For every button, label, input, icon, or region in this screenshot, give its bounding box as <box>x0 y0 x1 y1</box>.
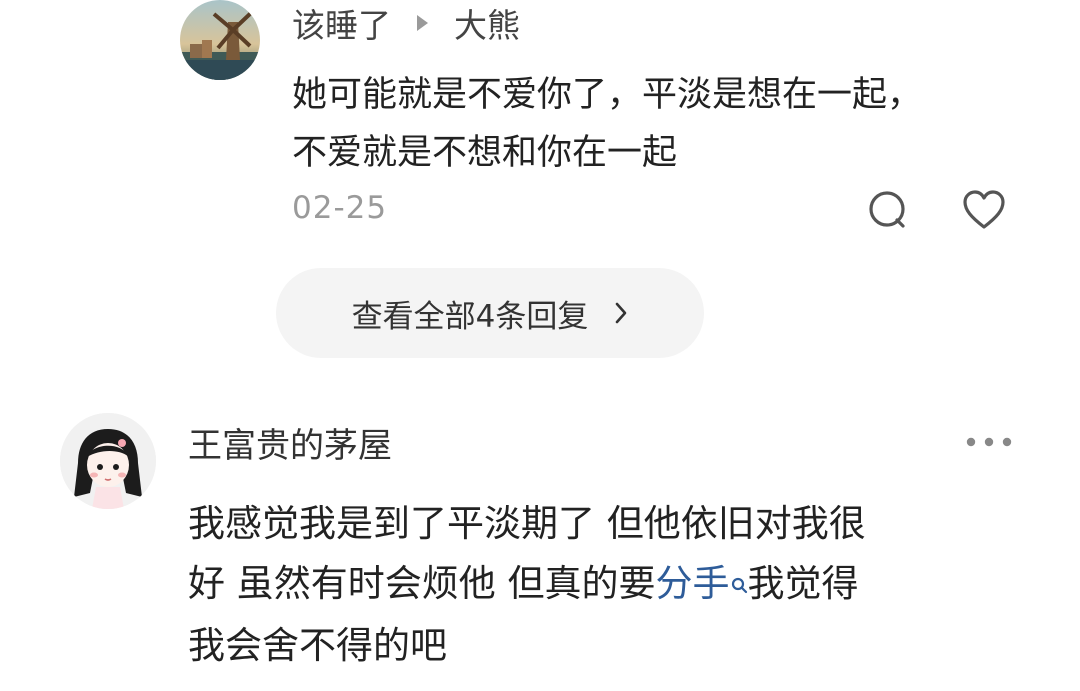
comment-text-line: 我感觉我是到了平淡期了 但他依旧对我很 <box>188 502 866 545</box>
reply-text-line: 不爱就是不想和你在一起 <box>292 133 678 173</box>
comment-text[interactable]: 我感觉我是到了平淡期了 但他依旧对我很 好 虽然有时会烦他 但真的要分手 我觉得 … <box>188 494 1028 676</box>
avatar-girl-image <box>60 413 156 509</box>
comment-text-line: 好 虽然有时会烦他 但真的要分手 我觉得 <box>188 554 1028 616</box>
heart-icon <box>963 190 1005 229</box>
view-all-replies-label: 查看全部4条回复 <box>351 298 589 335</box>
reply-header: 该睡了 大熊 <box>292 0 520 46</box>
reply-author-name[interactable]: 该睡了 <box>292 0 391 47</box>
comment-thread: 该睡了 大熊 她可能就是不爱你了，平淡是想在一起， 不爱就是不想和你在一起 02… <box>0 0 1080 691</box>
reply-avatar-image <box>180 0 260 80</box>
comment-text-segment: 好 虽然有时会烦他 但真的要 <box>188 562 656 605</box>
comment-text-line: 我会舍不得的吧 <box>188 624 447 667</box>
reply-comment-button[interactable] <box>864 186 912 234</box>
reply-like-button[interactable] <box>958 186 1010 234</box>
view-all-replies-button[interactable]: 查看全部4条回复 <box>276 268 704 358</box>
reply-text[interactable]: 她可能就是不爱你了，平淡是想在一起， 不爱就是不想和你在一起 <box>292 66 1052 182</box>
comment-author-name[interactable]: 王富贵的茅屋 <box>188 418 392 467</box>
more-options-button[interactable] <box>962 424 1016 460</box>
reply-to-name[interactable]: 大熊 <box>454 0 520 47</box>
chevron-right-icon <box>614 301 628 325</box>
play-triangle-icon <box>417 15 428 31</box>
comment-bubble-icon <box>869 191 905 228</box>
comment-author-avatar[interactable] <box>60 413 156 509</box>
more-dots-icon <box>966 437 1012 447</box>
search-keyword-link[interactable]: 分手 <box>656 562 730 605</box>
reply-text-line: 她可能就是不爱你了，平淡是想在一起， <box>292 75 923 115</box>
reply-timestamp: 02-25 <box>292 190 388 226</box>
reply-author-avatar[interactable] <box>180 0 260 80</box>
comment-text-segment: 我觉得 <box>747 562 859 605</box>
search-icon[interactable] <box>730 556 748 616</box>
